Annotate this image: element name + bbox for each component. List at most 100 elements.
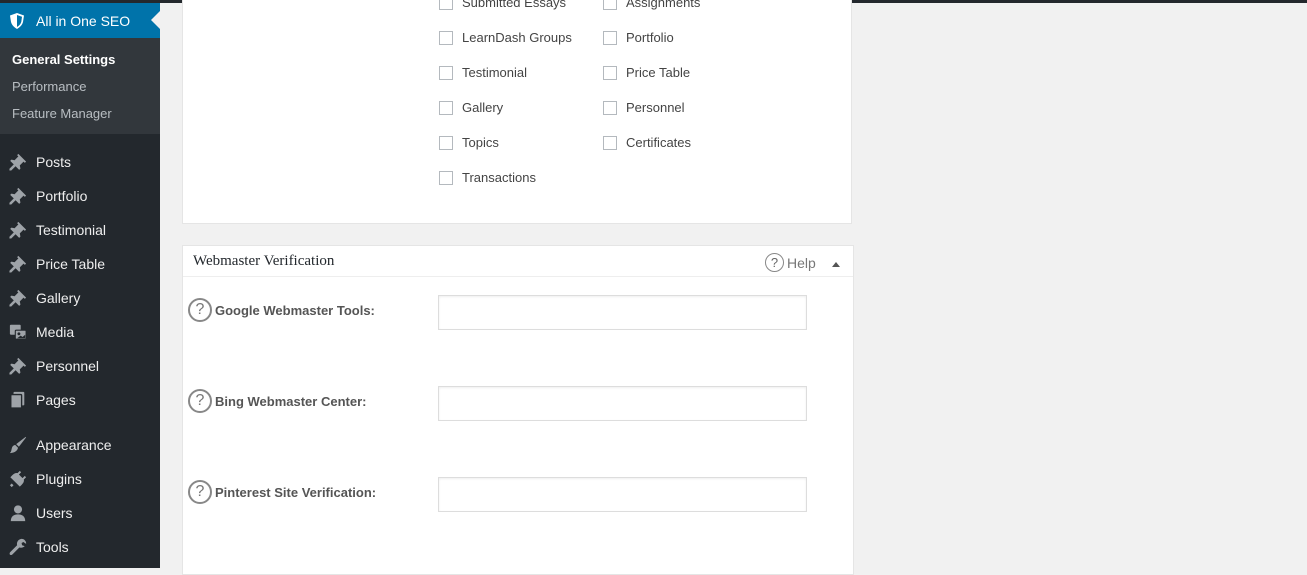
checkbox-label: Gallery [462,100,504,115]
menu-group-admin: Appearance Plugins Users Tools [0,428,160,564]
menu-group-content: Posts Portfolio Testimonial Price Table … [0,145,160,417]
checkbox[interactable] [603,100,617,115]
checkbox[interactable] [603,135,617,150]
menu-item-users[interactable]: Users [0,496,160,530]
panel-header[interactable]: Webmaster Verification ? Help [183,246,853,277]
submenu: General Settings Performance Feature Man… [0,38,160,134]
pin-icon [8,152,28,172]
checkbox[interactable] [439,0,453,10]
menu-item-appearance[interactable]: Appearance [0,428,160,462]
webmaster-verification-panel: Webmaster Verification ? Help ? Google W… [182,245,854,575]
pin-icon [8,186,28,206]
media-icon [8,322,28,342]
checkbox-row[interactable]: Gallery [439,100,503,115]
help-icon[interactable]: ? [188,480,212,504]
submenu-item-general-settings[interactable]: General Settings [0,46,160,73]
menu-item-all-in-one-seo[interactable]: All in One SEO [0,3,160,38]
menu-item-label: Posts [36,154,72,170]
checkbox-label: Testimonial [462,65,528,80]
checkbox-label: Portfolio [626,30,674,45]
menu-item-posts[interactable]: Posts [0,145,160,179]
checkbox[interactable] [439,65,453,80]
menu-item-personnel[interactable]: Personnel [0,349,160,383]
checkbox[interactable] [439,100,453,115]
menu-item-label: Plugins [36,471,82,487]
menu-item-label: Price Table [36,256,106,272]
help-icon: ? [765,253,784,272]
menu-item-label: Portfolio [36,188,88,204]
menu-item-label: Pages [36,392,76,408]
checkbox[interactable] [439,170,453,185]
wrench-icon [8,537,28,557]
google-verification-input[interactable] [438,295,807,330]
current-menu-arrow [151,11,160,29]
menu-item-label: Users [36,505,73,521]
menu-item-label: Appearance [36,437,112,453]
shield-icon [9,12,25,30]
checkbox-label: Price Table [626,65,691,80]
checkbox-label: Certificates [626,135,692,150]
checkbox[interactable] [603,30,617,45]
field-bing-webmaster: ? Bing Webmaster Center: [188,389,366,413]
help-label: Help [787,254,816,271]
checkbox-row[interactable]: LearnDash Groups [439,30,572,45]
plugin-icon [8,469,28,489]
menu-item-label: Testimonial [36,222,107,238]
admin-sidebar: All in One SEO General Settings Performa… [0,0,160,568]
checkbox-label: Topics [462,135,499,150]
menu-item-plugins[interactable]: Plugins [0,462,160,496]
checkbox-row[interactable]: Submitted Essays [439,0,566,10]
field-google-webmaster: ? Google Webmaster Tools: [188,298,375,322]
help-icon[interactable]: ? [188,389,212,413]
menu-item-label: Tools [36,539,69,555]
pin-icon [8,356,28,376]
checkbox-row[interactable]: Certificates [603,135,691,150]
menu-item-label: Personnel [36,358,100,374]
menu-item-label: Gallery [36,290,81,306]
checkbox[interactable] [439,30,453,45]
menu-item-price-table[interactable]: Price Table [0,247,160,281]
post-types-panel: Submitted Essays LearnDash Groups Testim… [182,0,852,224]
field-label: Pinterest Site Verification: [215,484,377,500]
menu-item-gallery[interactable]: Gallery [0,281,160,315]
checkbox-row[interactable]: Price Table [603,65,690,80]
menu-item-label: All in One SEO [36,12,131,29]
help-link[interactable]: ? Help [765,253,816,272]
submenu-item-feature-manager[interactable]: Feature Manager [0,100,160,127]
pin-icon [8,254,28,274]
menu-item-label: Media [36,324,75,340]
checkbox-row[interactable]: Transactions [439,170,536,185]
checkbox-row[interactable]: Assignments [603,0,700,10]
submenu-item-performance[interactable]: Performance [0,73,160,100]
checkbox-row[interactable]: Testimonial [439,65,527,80]
panel-title: Webmaster Verification [193,253,335,269]
menu-item-tools[interactable]: Tools [0,530,160,564]
brush-icon [8,435,28,455]
checkbox[interactable] [603,0,617,10]
field-pinterest-verification: ? Pinterest Site Verification: [188,480,376,504]
user-icon [8,503,28,523]
pages-icon [8,390,28,410]
checkbox-row[interactable]: Personnel [603,100,685,115]
field-label: Bing Webmaster Center: [215,393,367,409]
checkbox-label: Submitted Essays [462,0,567,10]
pin-icon [8,220,28,240]
field-label: Google Webmaster Tools: [215,302,375,318]
checkbox-row[interactable]: Portfolio [603,30,674,45]
menu-item-testimonial[interactable]: Testimonial [0,213,160,247]
checkbox-row[interactable]: Topics [439,135,499,150]
collapse-arrow-icon[interactable] [832,262,840,267]
pinterest-verification-input[interactable] [438,477,807,512]
menu-item-pages[interactable]: Pages [0,383,160,417]
checkbox[interactable] [439,135,453,150]
menu-item-media[interactable]: Media [0,315,160,349]
help-icon[interactable]: ? [188,298,212,322]
checkbox[interactable] [603,65,617,80]
checkbox-label: LearnDash Groups [462,30,572,45]
checkbox-label: Transactions [462,170,536,185]
checkbox-label: Assignments [626,0,701,10]
bing-verification-input[interactable] [438,386,807,421]
pin-icon [8,288,28,308]
checkbox-label: Personnel [626,100,685,115]
menu-item-portfolio[interactable]: Portfolio [0,179,160,213]
